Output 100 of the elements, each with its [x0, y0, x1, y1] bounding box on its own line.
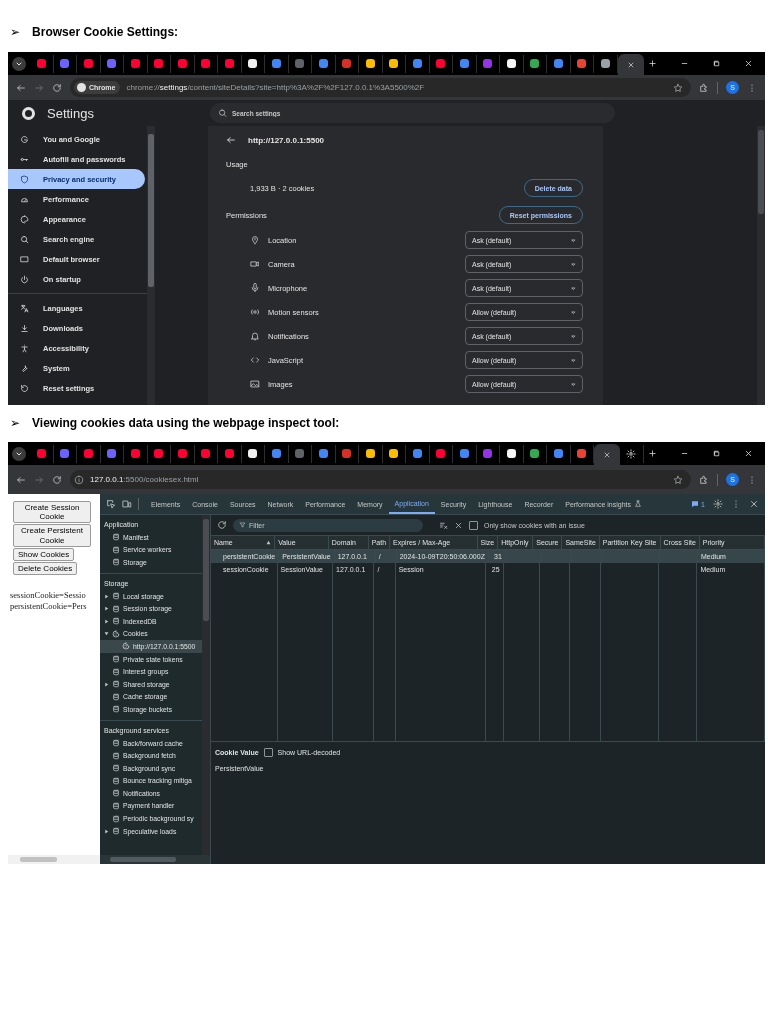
bell-icon [250, 331, 260, 341]
cookie-output-line: persistentCookie=Pers [10, 601, 88, 613]
power-icon [20, 274, 29, 284]
close-icon[interactable] [749, 499, 759, 509]
accessibility-icon [20, 343, 29, 353]
inspect-icon[interactable] [106, 499, 116, 509]
expand-arrow-icon[interactable] [104, 631, 109, 637]
checkbox[interactable] [469, 520, 478, 530]
plus-icon [648, 59, 657, 68]
page-button[interactable]: Delete Cookies [13, 561, 78, 576]
database-icon [112, 739, 120, 747]
database-icon [112, 545, 120, 554]
caret-icon [570, 380, 577, 388]
sensor-icon [250, 307, 260, 317]
back-icon[interactable] [226, 135, 236, 145]
database-icon [112, 592, 120, 601]
page-button[interactable]: Create Session Cookie [13, 501, 91, 524]
back-icon[interactable] [16, 82, 26, 93]
expand-arrow-icon[interactable] [104, 593, 109, 599]
cookie-icon [112, 629, 120, 638]
database-icon [112, 604, 120, 613]
section-heading: Viewing cookies data using the webpage inspect tool: [32, 416, 340, 430]
bullet-arrow: ➢ [10, 416, 21, 430]
database-icon [112, 533, 120, 542]
shield-icon [20, 174, 29, 184]
page-button[interactable]: Create Persistent Cookie [13, 524, 91, 547]
site-url: http://127.0.0.1:5500 [248, 135, 325, 145]
palette-icon [20, 214, 29, 224]
scrollbar[interactable] [8, 855, 100, 864]
section-heading: Browser Cookie Settings: [32, 25, 179, 39]
reload-icon[interactable] [52, 82, 62, 93]
back-icon[interactable] [16, 474, 26, 485]
restore-icon [711, 59, 721, 68]
wrench-icon [20, 363, 29, 373]
database-icon [112, 802, 120, 810]
caret-icon [570, 332, 577, 340]
monitor-icon [20, 254, 29, 264]
info-icon[interactable] [74, 474, 84, 485]
expand-arrow-icon[interactable] [104, 681, 109, 687]
caret-icon [570, 260, 577, 268]
database-icon [112, 776, 120, 785]
close-icon [743, 59, 753, 68]
page-button[interactable]: Show Cookies [13, 547, 75, 561]
reset-icon [20, 383, 29, 393]
gear-icon [626, 448, 637, 459]
caret-icon [570, 236, 577, 244]
reload-icon[interactable] [52, 474, 62, 485]
database-icon [112, 558, 120, 567]
scrollbar[interactable] [147, 126, 155, 405]
tab-search-button[interactable] [12, 56, 26, 71]
database-icon [112, 667, 120, 676]
close-icon [626, 60, 635, 69]
checkbox[interactable] [263, 748, 273, 757]
database-icon [112, 655, 120, 664]
caret-icon [570, 284, 577, 292]
translate-icon [20, 303, 29, 313]
search-icon [20, 234, 29, 244]
puzzle-icon[interactable] [699, 474, 709, 485]
database-icon [112, 692, 120, 701]
close-icon [603, 450, 611, 459]
page-title: Settings [47, 105, 94, 121]
database-icon [112, 814, 120, 823]
image-icon [250, 379, 260, 389]
close-icon [743, 449, 753, 458]
scrollbar[interactable] [757, 126, 765, 405]
code-icon [250, 355, 260, 365]
settings-icon[interactable] [713, 499, 723, 509]
database-icon [112, 827, 120, 836]
scrollbar[interactable] [100, 855, 210, 864]
address-bar[interactable]: 127.0.0.1:5500/cookiesex.html [70, 470, 691, 489]
puzzle-icon[interactable] [699, 82, 709, 93]
microphone-icon [250, 283, 260, 293]
star-icon[interactable] [673, 474, 683, 485]
flask-icon [634, 500, 642, 508]
star-icon[interactable] [673, 82, 683, 93]
sort-arrow-icon [266, 540, 272, 545]
chrome-logo-icon [22, 106, 35, 120]
expand-arrow-icon[interactable] [104, 828, 109, 834]
cookie-icon [122, 642, 130, 651]
plus-icon [648, 449, 657, 458]
clear-filter-icon[interactable] [439, 520, 448, 530]
database-icon [112, 705, 120, 714]
funnel-icon [239, 521, 246, 529]
search-icon [218, 108, 227, 118]
download-icon [20, 323, 29, 333]
close-icon[interactable] [454, 520, 463, 530]
database-icon [112, 764, 120, 773]
bullet-arrow: ➢ [10, 25, 21, 39]
caret-icon [570, 308, 577, 316]
cookie-output-line: sessionCookie=Sessio [10, 590, 87, 602]
caret-icon [570, 356, 577, 364]
device-icon[interactable] [122, 499, 132, 509]
tab-search-button[interactable] [12, 446, 26, 461]
google-g-icon [20, 134, 29, 144]
scrollbar[interactable] [202, 515, 210, 855]
database-icon [112, 751, 120, 760]
url-text: chrome://settings/content/siteDetails?site=http%3A%2F%2F127.0.0.1%3A5500%2F [126, 83, 426, 92]
restore-icon [711, 449, 721, 458]
refresh-icon[interactable] [217, 520, 227, 530]
location-pin-icon [250, 235, 260, 245]
